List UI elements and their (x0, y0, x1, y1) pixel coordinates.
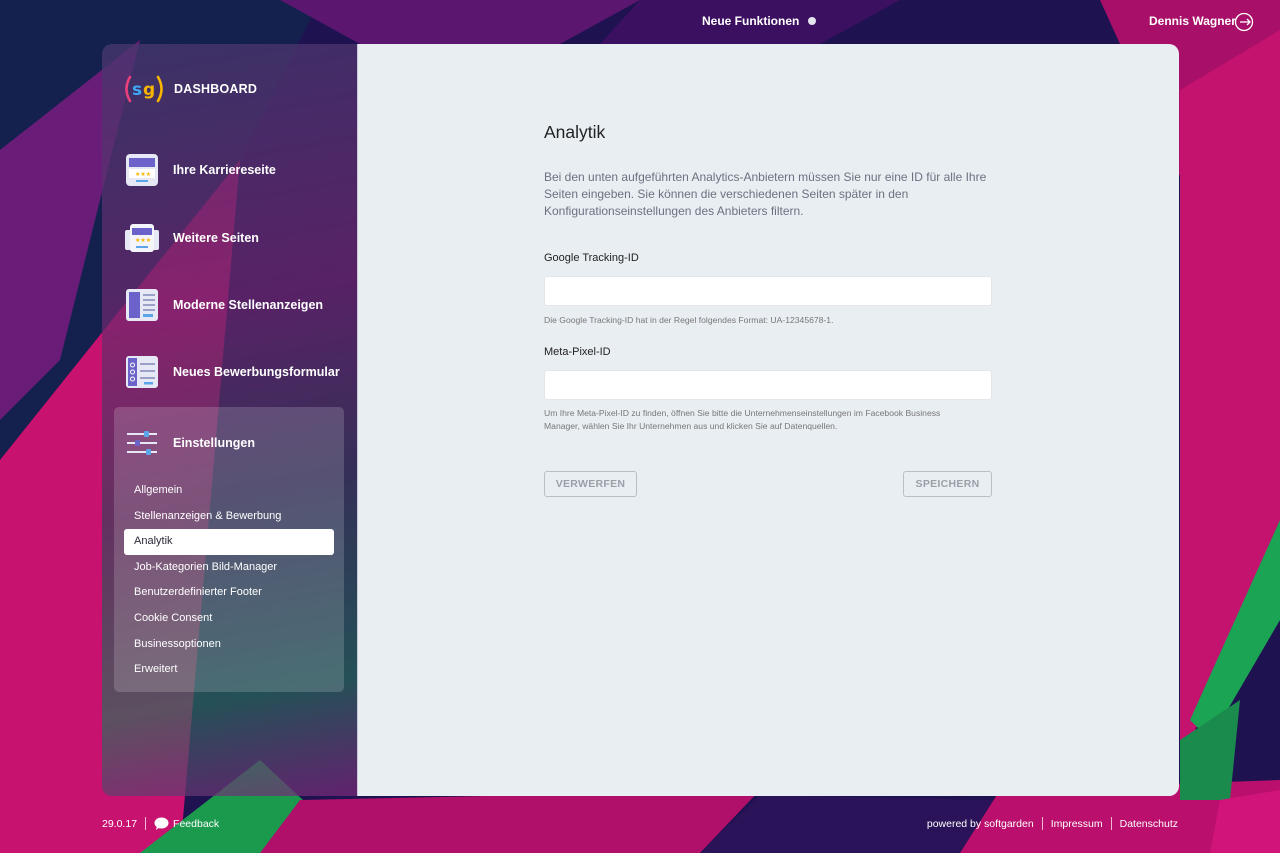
svg-text:★★★: ★★★ (135, 237, 151, 244)
footer-left: 29.0.17 Feedback (102, 817, 219, 830)
sidebar-item-label: Weitere Seiten (173, 231, 259, 245)
new-features-link[interactable]: Neue Funktionen (702, 14, 817, 28)
svg-text:★★★: ★★★ (135, 171, 151, 178)
sidebar-item-career-page[interactable]: ★★★ Ihre Karriereseite (124, 152, 276, 188)
job-ads-icon (126, 289, 158, 321)
footer-divider (1110, 817, 1112, 830)
page-title: Analytik (544, 122, 606, 142)
google-tracking-label: Google Tracking-ID (544, 252, 639, 264)
notification-dot-icon (808, 17, 817, 25)
submenu-item-businessoptionen[interactable]: Businessoptionen (124, 632, 334, 658)
logout-icon[interactable] (1234, 12, 1254, 32)
main-card: s g DASHBOARD ★★★ Ihre Karriereseite ★★★… (102, 44, 1179, 796)
version-label: 29.0.17 (102, 817, 138, 830)
sidebar: s g DASHBOARD ★★★ Ihre Karriereseite ★★★… (102, 44, 357, 796)
speech-bubble-icon (154, 817, 169, 830)
settings-sliders-icon (127, 431, 157, 455)
submenu-item-erweitert[interactable]: Erweitert (124, 657, 334, 683)
submenu-item-cookie-consent[interactable]: Cookie Consent (124, 606, 334, 632)
submenu-item-analytik[interactable]: Analytik (124, 529, 334, 555)
meta-pixel-hint: Um Ihre Meta-Pixel-ID zu finden, öffnen … (544, 408, 941, 431)
softgarden-logo-icon: s g (125, 75, 163, 103)
sidebar-item-job-ads[interactable]: Moderne Stellenanzeigen (124, 287, 323, 323)
meta-pixel-input[interactable] (544, 370, 992, 400)
submenu-item-allgemein[interactable]: Allgemein (124, 478, 334, 504)
sidebar-item-settings[interactable]: Einstellungen (124, 425, 255, 461)
submenu-item-footer[interactable]: Benutzerdefinierter Footer (124, 580, 334, 606)
powered-by-link[interactable]: powered by softgarden (927, 818, 1034, 830)
brand-link[interactable]: s g DASHBOARD (124, 74, 257, 104)
user-name[interactable]: Dennis Wagner (1149, 14, 1236, 28)
settings-label: Einstellungen (173, 436, 255, 450)
dashboard-label: DASHBOARD (174, 82, 258, 96)
footer-divider (145, 817, 147, 830)
sidebar-item-label: Ihre Karriereseite (173, 163, 276, 177)
google-tracking-input[interactable] (544, 276, 992, 306)
new-features-label: Neue Funktionen (702, 14, 800, 28)
career-page-icon: ★★★ (126, 154, 158, 186)
save-button[interactable]: SPEICHERN (903, 471, 992, 497)
submenu-item-job-kategorien[interactable]: Job-Kategorien Bild-Manager (124, 555, 334, 581)
google-tracking-hint: Die Google Tracking-ID hat in der Regel … (544, 315, 834, 325)
intro-text: Bei den unten aufgeführten Analytics-Anb… (544, 170, 987, 218)
datenschutz-link[interactable]: Datenschutz (1120, 818, 1178, 830)
sidebar-item-label: Neues Bewerbungsformular (173, 365, 340, 379)
application-form-icon (126, 356, 158, 388)
feedback-label: Feedback (173, 817, 220, 830)
impressum-link[interactable]: Impressum (1051, 818, 1103, 830)
svg-text:s: s (132, 80, 142, 100)
main-content: Analytik Bei den unten aufgeführten Anal… (357, 44, 1179, 796)
feedback-link[interactable]: Feedback (154, 817, 219, 830)
settings-panel: Einstellungen Allgemein Stellenanzeigen … (114, 407, 344, 692)
top-bar: Neue Funktionen Dennis Wagner (0, 0, 1280, 44)
svg-text:g: g (143, 80, 155, 100)
footer-divider (1041, 817, 1043, 830)
sidebar-item-application-form[interactable]: Neues Bewerbungsformular (124, 354, 340, 390)
sidebar-item-more-pages[interactable]: ★★★ Weitere Seiten (124, 220, 259, 256)
discard-button[interactable]: VERWERFEN (544, 471, 637, 497)
settings-submenu: Allgemein Stellenanzeigen & Bewerbung An… (124, 478, 334, 683)
submenu-item-stellenanzeigen[interactable]: Stellenanzeigen & Bewerbung (124, 504, 334, 530)
meta-pixel-label: Meta-Pixel-ID (544, 346, 611, 358)
sidebar-item-label: Moderne Stellenanzeigen (173, 298, 324, 312)
footer-right: powered by softgarden Impressum Datensch… (927, 817, 1178, 830)
more-pages-icon: ★★★ (125, 224, 159, 252)
